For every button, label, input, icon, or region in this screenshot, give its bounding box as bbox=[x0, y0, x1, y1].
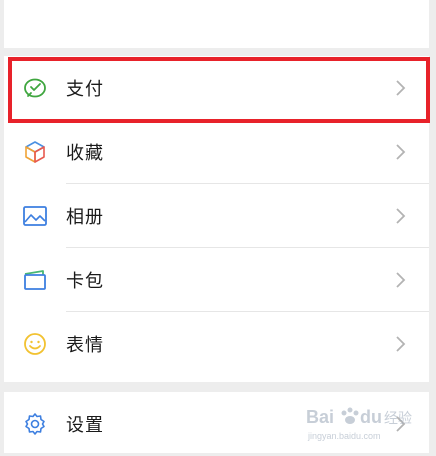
menu-group-main: 支付 收藏 相册 卡包 表情 bbox=[4, 56, 429, 382]
sticker-smile-icon bbox=[22, 331, 48, 357]
gear-icon bbox=[22, 411, 48, 437]
chevron-right-icon bbox=[396, 208, 406, 224]
chevron-right-icon bbox=[396, 144, 406, 160]
menu-item-label: 卡包 bbox=[66, 271, 104, 292]
card-wallet-icon bbox=[22, 267, 48, 293]
wechat-pay-icon bbox=[22, 75, 48, 101]
favorites-cube-icon bbox=[22, 139, 48, 165]
menu-item-label: 设置 bbox=[66, 415, 104, 436]
menu-item-label: 相册 bbox=[66, 207, 104, 228]
chevron-right-icon bbox=[396, 80, 406, 96]
chevron-right-icon bbox=[396, 272, 406, 288]
menu-item-pay[interactable]: 支付 bbox=[4, 56, 429, 120]
chevron-right-icon bbox=[396, 336, 406, 352]
menu-item-album[interactable]: 相册 bbox=[4, 184, 429, 248]
menu-item-stickers[interactable]: 表情 bbox=[4, 312, 429, 376]
menu-item-label: 收藏 bbox=[66, 143, 104, 164]
album-picture-icon bbox=[22, 203, 48, 229]
menu-group-settings: 设置 bbox=[4, 392, 429, 453]
chevron-right-icon bbox=[396, 416, 406, 432]
menu-item-label: 表情 bbox=[66, 335, 104, 356]
menu-item-label: 支付 bbox=[66, 79, 104, 100]
previous-section-card bbox=[4, 0, 429, 48]
menu-item-card-wallet[interactable]: 卡包 bbox=[4, 248, 429, 312]
menu-item-favorites[interactable]: 收藏 bbox=[4, 120, 429, 184]
menu-item-settings[interactable]: 设置 bbox=[4, 392, 429, 456]
